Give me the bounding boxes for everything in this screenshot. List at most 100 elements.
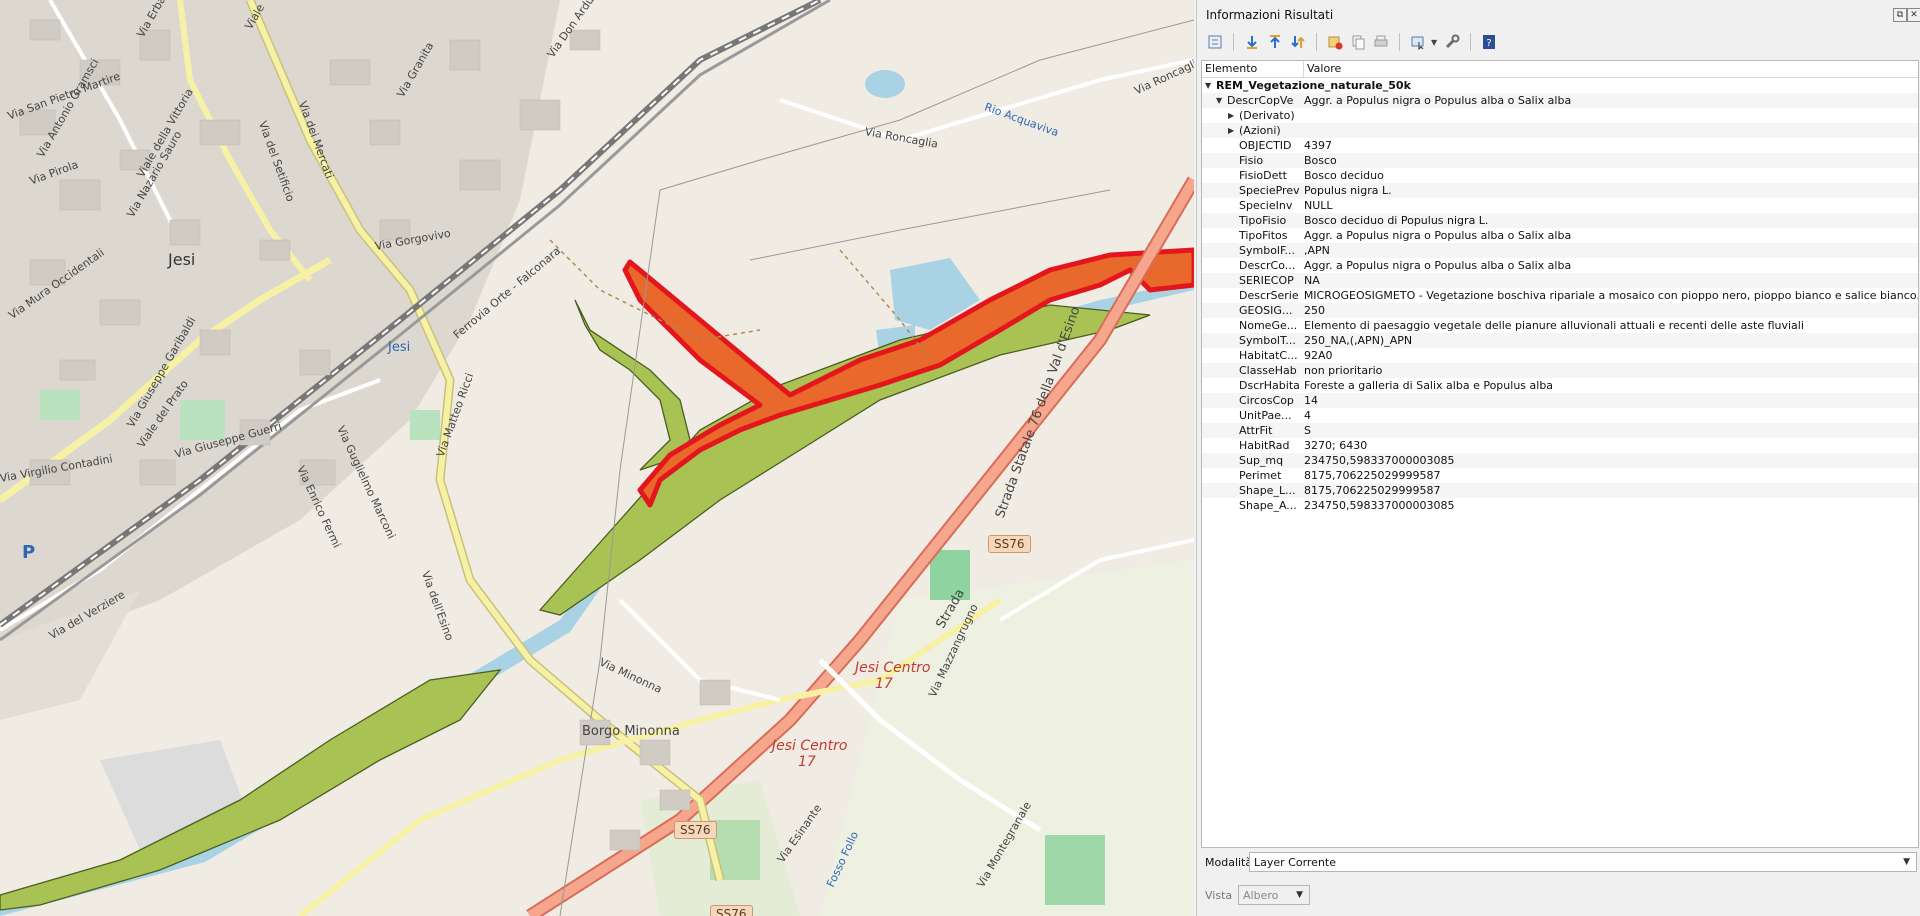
attribute-row[interactable]: DescrSerie MICROGEOSIGMETO - Vegetazione … [1202,288,1918,303]
view-label: Vista [1205,888,1233,902]
attribute-value: 234750,598337000003085 [1304,454,1455,467]
map-canvas[interactable]: Via Erbarella Viale Via Don Arduino Via … [0,0,1194,916]
chevron-down-icon: ▼ [1903,857,1910,867]
attribute-key: SymbolF... [1239,244,1296,257]
attribute-row[interactable]: SpecieInv NULL [1202,198,1918,213]
attribute-row[interactable]: HabitatC... 92A0 [1202,348,1918,363]
attribute-row[interactable]: DscrHabita Foreste a galleria di Salix al… [1202,378,1918,393]
attribute-row[interactable]: HabitRad 3270; 6430 [1202,438,1918,453]
attribute-value: Aggr. a Populus nigra o Populus alba o S… [1304,259,1572,272]
parking-icon: P [22,542,36,563]
copy-icon[interactable] [1348,32,1368,52]
attribute-value: 250_NA,(,APN)_APN [1304,334,1413,347]
attribute-row[interactable]: DescrCo... Aggr. a Populus nigra o Populu… [1202,258,1918,273]
column-header-value[interactable]: Valore [1304,61,1341,77]
actions-label: (Azioni) [1239,124,1281,137]
attribute-row[interactable]: SymbolT... 250_NA,(,APN)_APN [1202,333,1918,348]
attribute-row[interactable]: Shape_L... 8175,706225029999587 [1202,483,1918,498]
layer-row[interactable]: ▼ REM_Vegetazione_naturale_50k [1202,78,1918,93]
attribute-value: 14 [1304,394,1318,407]
attribute-key: ClasseHab [1239,364,1297,377]
chevron-down-icon[interactable]: ▼ [1216,93,1222,108]
attribute-row[interactable]: FisioDett Bosco deciduo [1202,168,1918,183]
derived-row[interactable]: ▶ (Derivato) [1202,108,1918,123]
attribute-value: 8175,706225029999587 [1304,484,1441,497]
road-shield-ss76: SS76 [674,821,717,839]
attribute-key: NomeGe... [1239,319,1298,332]
attribute-key: SERIECOP [1239,274,1294,287]
attribute-value: NA [1304,274,1320,287]
identify-select-icon[interactable] [1408,32,1428,52]
close-icon[interactable]: ✕ [1907,8,1920,22]
attribute-key: DescrCo... [1239,259,1296,272]
mode-select[interactable]: Layer Corrente ▼ [1249,852,1917,872]
attribute-row[interactable]: SpeciePrev Populus nigra L. [1202,183,1918,198]
attribute-key: DscrHabita [1239,379,1300,392]
view-value: Albero [1243,888,1279,902]
derived-label: (Derivato) [1239,109,1295,122]
attribute-key: Shape_L... [1239,484,1296,497]
column-header-element[interactable]: Elemento [1202,61,1304,77]
attribute-value: 92A0 [1304,349,1333,362]
attribute-row[interactable]: UnitPae... 4 [1202,408,1918,423]
attribute-row[interactable]: Shape_A... 234750,598337000003085 [1202,498,1918,513]
attribute-row[interactable]: GEOSIG... 250 [1202,303,1918,318]
chevron-right-icon[interactable]: ▶ [1228,108,1234,123]
results-tree[interactable]: Elemento Valore ▼ REM_Vegetazione_natural… [1201,60,1919,848]
feature-row[interactable]: ▼ DescrCopVe Aggr. a Populus nigra o Popu… [1202,93,1918,108]
attribute-key: Fisio [1239,154,1264,167]
float-window-icon[interactable]: ⧉ [1893,8,1907,22]
attribute-key: TipoFisio [1239,214,1287,227]
map-locality-label: Borgo Minonna [582,724,680,739]
attribute-row[interactable]: OBJECTID 4397 [1202,138,1918,153]
attribute-row[interactable]: Fisio Bosco [1202,153,1918,168]
attribute-key: HabitatC... [1239,349,1298,362]
attribute-row[interactable]: CircosCop 14 [1202,393,1918,408]
attribute-key: FisioDett [1239,169,1287,182]
clear-results-icon[interactable] [1325,32,1345,52]
attribute-key: OBJECTID [1239,139,1292,152]
attribute-row[interactable]: Sup_mq 234750,598337000003085 [1202,453,1918,468]
expand-all-icon[interactable] [1242,32,1262,52]
identify-results-panel: Informazioni Risultati ⧉ ✕ ▼ ? Elemento … [1196,0,1920,916]
collapse-all-icon[interactable] [1265,32,1285,52]
attribute-row[interactable]: TipoFitos Aggr. a Populus nigra o Populus… [1202,228,1918,243]
attribute-row[interactable]: SERIECOP NA [1202,273,1918,288]
attribute-row[interactable]: Perimet 8175,706225029999587 [1202,468,1918,483]
map-station-label: Jesi [388,340,411,355]
attribute-row[interactable]: NomeGe... Elemento di paesaggio vegetale … [1202,318,1918,333]
mode-value: Layer Corrente [1254,855,1337,869]
map-junction-label: 17 [875,676,893,692]
print-icon[interactable] [1371,32,1391,52]
chevron-down-icon[interactable]: ▼ [1205,78,1211,93]
attribute-row[interactable]: ClasseHab non prioritario [1202,363,1918,378]
attribute-value: 8175,706225029999587 [1304,469,1441,482]
mode-row: Modalità Layer Corrente ▼ [1205,852,1917,872]
attribute-row[interactable]: AttrFit S [1202,423,1918,438]
help-icon[interactable]: ? [1479,32,1499,52]
attribute-key: CircosCop [1239,394,1294,407]
attribute-value: non prioritario [1304,364,1383,377]
road-shield-ss76: SS76 [710,905,753,916]
attribute-value: 250 [1304,304,1325,317]
view-select[interactable]: Albero ▼ [1238,885,1310,905]
road-shield-ss76: SS76 [988,535,1031,553]
attribute-value: Aggr. a Populus nigra o Populus alba o S… [1304,229,1572,242]
attribute-row[interactable]: TipoFisio Bosco deciduo di Populus nigra … [1202,213,1918,228]
map-junction-label: 17 [798,754,816,770]
chevron-down-icon[interactable]: ▼ [1431,38,1439,47]
attribute-row[interactable]: SymbolF... ,APN [1202,243,1918,258]
attribute-value: Elemento di paesaggio vegetale delle pia… [1304,319,1804,332]
attribute-key: UnitPae... [1239,409,1292,422]
actions-row[interactable]: ▶ (Azioni) [1202,123,1918,138]
feature-value: Aggr. a Populus nigra o Populus alba o S… [1304,94,1572,107]
wrench-settings-icon[interactable] [1442,32,1462,52]
expand-new-icon[interactable] [1288,32,1308,52]
attribute-key: Sup_mq [1239,454,1284,467]
map-town-label: Jesi [168,250,196,269]
attribute-key: SpeciePrev [1239,184,1300,197]
tree-rows: ▼ REM_Vegetazione_naturale_50k ▼ DescrCopV… [1202,78,1918,513]
chevron-right-icon[interactable]: ▶ [1228,123,1234,138]
attribute-value: Populus nigra L. [1304,184,1392,197]
expand-tree-icon[interactable] [1205,32,1225,52]
